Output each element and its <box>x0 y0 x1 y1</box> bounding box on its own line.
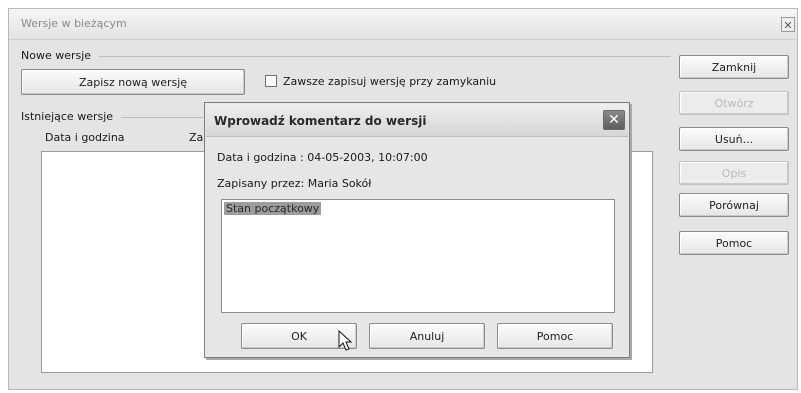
existing-versions-divider <box>121 117 203 118</box>
dialog-title-bar[interactable]: Wprowadź komentarz do wersji ✕ <box>206 104 628 137</box>
datetime-info: Data i godzina : 04-05-2003, 10:07:00 <box>217 151 428 164</box>
window-title: Wersje w bieżącym <box>21 17 127 30</box>
comment-selected-text: Stan początkowy <box>224 202 322 215</box>
dialog-title: Wprowadź komentarz do wersji <box>214 114 427 128</box>
dialog-close-icon[interactable]: ✕ <box>603 110 625 130</box>
new-versions-group-label: Nowe wersje <box>21 49 92 62</box>
new-versions-divider <box>99 56 671 57</box>
description-button[interactable]: Opis <box>679 161 789 185</box>
cancel-button[interactable]: Anuluj <box>369 323 485 349</box>
version-comment-dialog: Wprowadź komentarz do wersji ✕ Data i go… <box>204 102 630 358</box>
compare-button[interactable]: Porównaj <box>679 193 789 217</box>
column-header-datetime[interactable]: Data i godzina <box>45 131 125 144</box>
window-close-icon[interactable]: ✕ <box>781 17 795 32</box>
autosave-checkbox-label: Zawsze zapisuj wersję przy zamykaniu <box>283 75 497 88</box>
open-button[interactable]: Otwórz <box>679 91 789 115</box>
mouse-pointer-icon <box>338 330 352 351</box>
comment-textarea[interactable]: Stan początkowy <box>221 199 615 313</box>
window-title-bar[interactable]: Wersje w bieżącym ✕ <box>9 9 797 40</box>
help-button[interactable]: Pomoc <box>679 231 789 255</box>
save-new-version-button[interactable]: Zapisz nową wersję <box>21 69 245 95</box>
close-button[interactable]: Zamknij <box>679 55 789 79</box>
autosave-checkbox[interactable] <box>265 75 277 87</box>
column-header-saved-by[interactable]: Za <box>189 131 203 144</box>
delete-button[interactable]: Usuń... <box>679 127 789 151</box>
existing-versions-group-label: Istniejące wersje <box>21 110 114 123</box>
dialog-help-button[interactable]: Pomoc <box>497 323 613 349</box>
saved-by-info: Zapisany przez: Maria Sokół <box>217 177 372 190</box>
